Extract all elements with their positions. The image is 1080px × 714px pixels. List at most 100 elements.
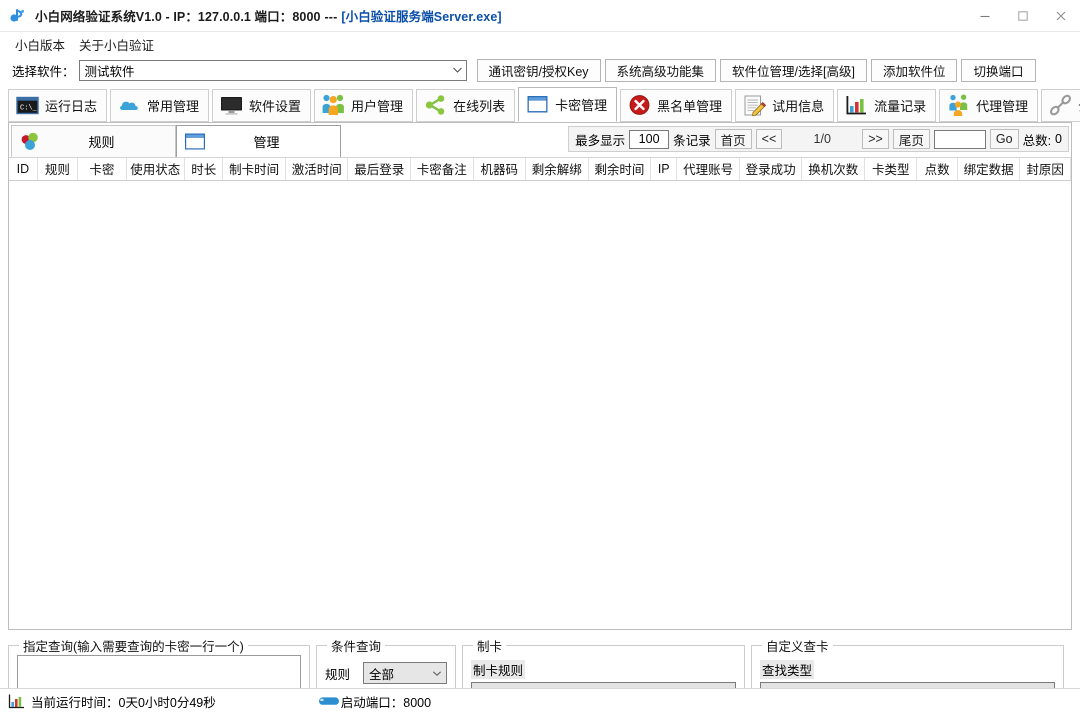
tab-common-manage-label: 常用管理 xyxy=(147,96,199,115)
col-id[interactable]: ID xyxy=(9,158,37,180)
tab-blacklist-manage[interactable]: 黑名单管理 xyxy=(620,89,732,122)
menu-item-about[interactable]: 关于小白验证 xyxy=(72,33,161,56)
col-remaining-unbind[interactable]: 剩余解绑 xyxy=(526,158,589,180)
table-empty-cell xyxy=(651,180,677,201)
condition-rule-combo[interactable]: 全部 xyxy=(363,662,447,684)
col-machine-change-count[interactable]: 换机次数 xyxy=(802,158,865,180)
make-card-rule-label: 制卡规则 xyxy=(471,660,525,679)
custom-query-legend: 自定义查卡 xyxy=(762,636,833,655)
tab-software-settings-label: 软件设置 xyxy=(249,96,301,115)
table-empty-cell xyxy=(739,180,802,201)
tab-online-list-label: 在线列表 xyxy=(453,96,505,115)
prev-page-button[interactable]: << xyxy=(756,129,783,149)
window-title-exe: [小白验证服务端Server.exe] xyxy=(341,10,501,24)
table-empty-cell xyxy=(126,180,185,201)
col-machine-code[interactable]: 机器码 xyxy=(473,158,525,180)
table-empty-cell xyxy=(9,180,37,201)
window-title-separator: --- xyxy=(321,10,342,24)
col-bound-data[interactable]: 绑定数据 xyxy=(957,158,1020,180)
table-empty-cell xyxy=(78,180,126,201)
tab-agent-manage-label: 代理管理 xyxy=(976,96,1028,115)
comm-key-button[interactable]: 通讯密钥/授权Key xyxy=(477,59,601,82)
title-bar: 小白网络验证系统V1.0 - IP：127.0.0.1 端口：8000---[小… xyxy=(0,0,1080,32)
total-label: 总数: xyxy=(1023,130,1051,149)
col-activate-time[interactable]: 激活时间 xyxy=(285,158,348,180)
tab-run-log[interactable]: C:\_ 运行日志 xyxy=(8,89,107,122)
software-select-combo[interactable]: 测试软件 xyxy=(79,60,467,81)
table-empty-cell xyxy=(588,180,651,201)
color-balls-icon xyxy=(18,130,42,154)
max-show-input[interactable] xyxy=(629,130,669,149)
main-tab-bar: C:\_ 运行日志 常用管理 软件设置 xyxy=(0,84,1080,122)
table-empty-cell xyxy=(917,180,957,201)
col-agent-account[interactable]: 代理账号 xyxy=(677,158,740,180)
table-empty-cell xyxy=(285,180,348,201)
table-empty-cell xyxy=(185,180,223,201)
table-empty-cell xyxy=(37,180,77,201)
close-button[interactable] xyxy=(1042,0,1080,32)
add-software-slot-button[interactable]: 添加软件位 xyxy=(871,59,958,82)
sub-tab-rules[interactable]: 规则 xyxy=(11,125,176,157)
tab-card-manage[interactable]: 卡密管理 xyxy=(518,87,617,122)
tab-user-manage[interactable]: 用户管理 xyxy=(314,89,413,122)
col-rule[interactable]: 规则 xyxy=(37,158,77,180)
tab-trial-info-label: 试用信息 xyxy=(772,96,824,115)
condition-rule-value: 全部 xyxy=(364,664,428,683)
col-card-type[interactable]: 卡类型 xyxy=(865,158,917,180)
goto-page-input[interactable] xyxy=(934,130,986,149)
col-make-time[interactable]: 制卡时间 xyxy=(223,158,286,180)
col-card-remark[interactable]: 卡密备注 xyxy=(411,158,474,180)
col-use-status[interactable]: 使用状态 xyxy=(126,158,185,180)
col-card[interactable]: 卡密 xyxy=(78,158,126,180)
software-select-value: 测试软件 xyxy=(80,61,449,80)
next-page-button[interactable]: >> xyxy=(862,129,889,149)
minimize-button[interactable] xyxy=(966,0,1004,32)
card-table-wrap[interactable]: ID 规则 卡密 使用状态 时长 制卡时间 激活时间 最后登录 卡密备注 机器码… xyxy=(9,157,1071,629)
menu-item-version[interactable]: 小白版本 xyxy=(8,33,72,56)
sub-tab-manage[interactable]: 管理 xyxy=(176,125,341,157)
menu-bar: 小白版本 关于小白验证 xyxy=(0,32,1080,56)
capsule-blue-icon xyxy=(318,694,335,709)
col-duration[interactable]: 时长 xyxy=(185,158,223,180)
advanced-features-button[interactable]: 系统高级功能集 xyxy=(605,59,717,82)
tab-agent-manage[interactable]: 代理管理 xyxy=(939,89,1038,122)
software-select-label: 选择软件： xyxy=(12,61,75,80)
make-card-legend: 制卡 xyxy=(473,636,506,655)
software-select-row: 选择软件： 测试软件 通讯密钥/授权Key 系统高级功能集 软件位管理/选择[高… xyxy=(0,56,1080,84)
window-icon xyxy=(525,92,550,117)
tab-traffic-record-label: 流量记录 xyxy=(874,96,926,115)
card-manage-panel: 规则 管理 最多显示 条记录 首页 << 1/0 >> 尾页 Go 总数: xyxy=(8,122,1072,630)
col-points[interactable]: 点数 xyxy=(917,158,957,180)
col-last-login[interactable]: 最后登录 xyxy=(348,158,411,180)
table-empty-cell xyxy=(526,180,589,201)
table-empty-row xyxy=(9,180,1071,201)
maximize-button[interactable] xyxy=(1004,0,1042,32)
software-slot-manage-button[interactable]: 软件位管理/选择[高级] xyxy=(720,59,867,82)
switch-port-button[interactable]: 切换端口 xyxy=(961,59,1035,82)
tab-traffic-record[interactable]: 流量记录 xyxy=(837,89,936,122)
col-login-success[interactable]: 登录成功 xyxy=(739,158,802,180)
col-ban-reason[interactable]: 封原因 xyxy=(1020,158,1071,180)
table-empty-cell xyxy=(411,180,474,201)
first-page-button[interactable]: 首页 xyxy=(715,129,752,149)
table-empty-cell xyxy=(473,180,525,201)
tab-online-list[interactable]: 在线列表 xyxy=(416,89,515,122)
tab-software-settings[interactable]: 软件设置 xyxy=(212,89,311,122)
custom-query-type-label: 查找类型 xyxy=(760,660,814,679)
go-button[interactable]: Go xyxy=(990,129,1019,149)
sub-tab-bar: 规则 管理 最多显示 条记录 首页 << 1/0 >> 尾页 Go 总数: xyxy=(9,123,1071,157)
top-buttons: 通讯密钥/授权Key 系统高级功能集 软件位管理/选择[高级] 添加软件位 切换… xyxy=(473,59,1036,82)
table-empty-cell xyxy=(223,180,286,201)
col-ip[interactable]: IP xyxy=(651,158,677,180)
last-page-button[interactable]: 尾页 xyxy=(893,129,930,149)
bar-chart-small-icon xyxy=(8,694,25,709)
tab-trial-info[interactable]: 试用信息 xyxy=(735,89,834,122)
col-remaining-time[interactable]: 剩余时间 xyxy=(588,158,651,180)
condition-query-legend: 条件查询 xyxy=(327,636,385,655)
tab-cloud-compute-js[interactable]: 云计算/JS xyxy=(1041,89,1080,122)
sub-tab-rules-label: 规则 xyxy=(48,132,169,151)
tab-common-manage[interactable]: 常用管理 xyxy=(110,89,209,122)
chevron-down-icon xyxy=(449,61,466,80)
console-icon: C:\_ xyxy=(15,93,40,118)
tab-run-log-label: 运行日志 xyxy=(45,96,97,115)
